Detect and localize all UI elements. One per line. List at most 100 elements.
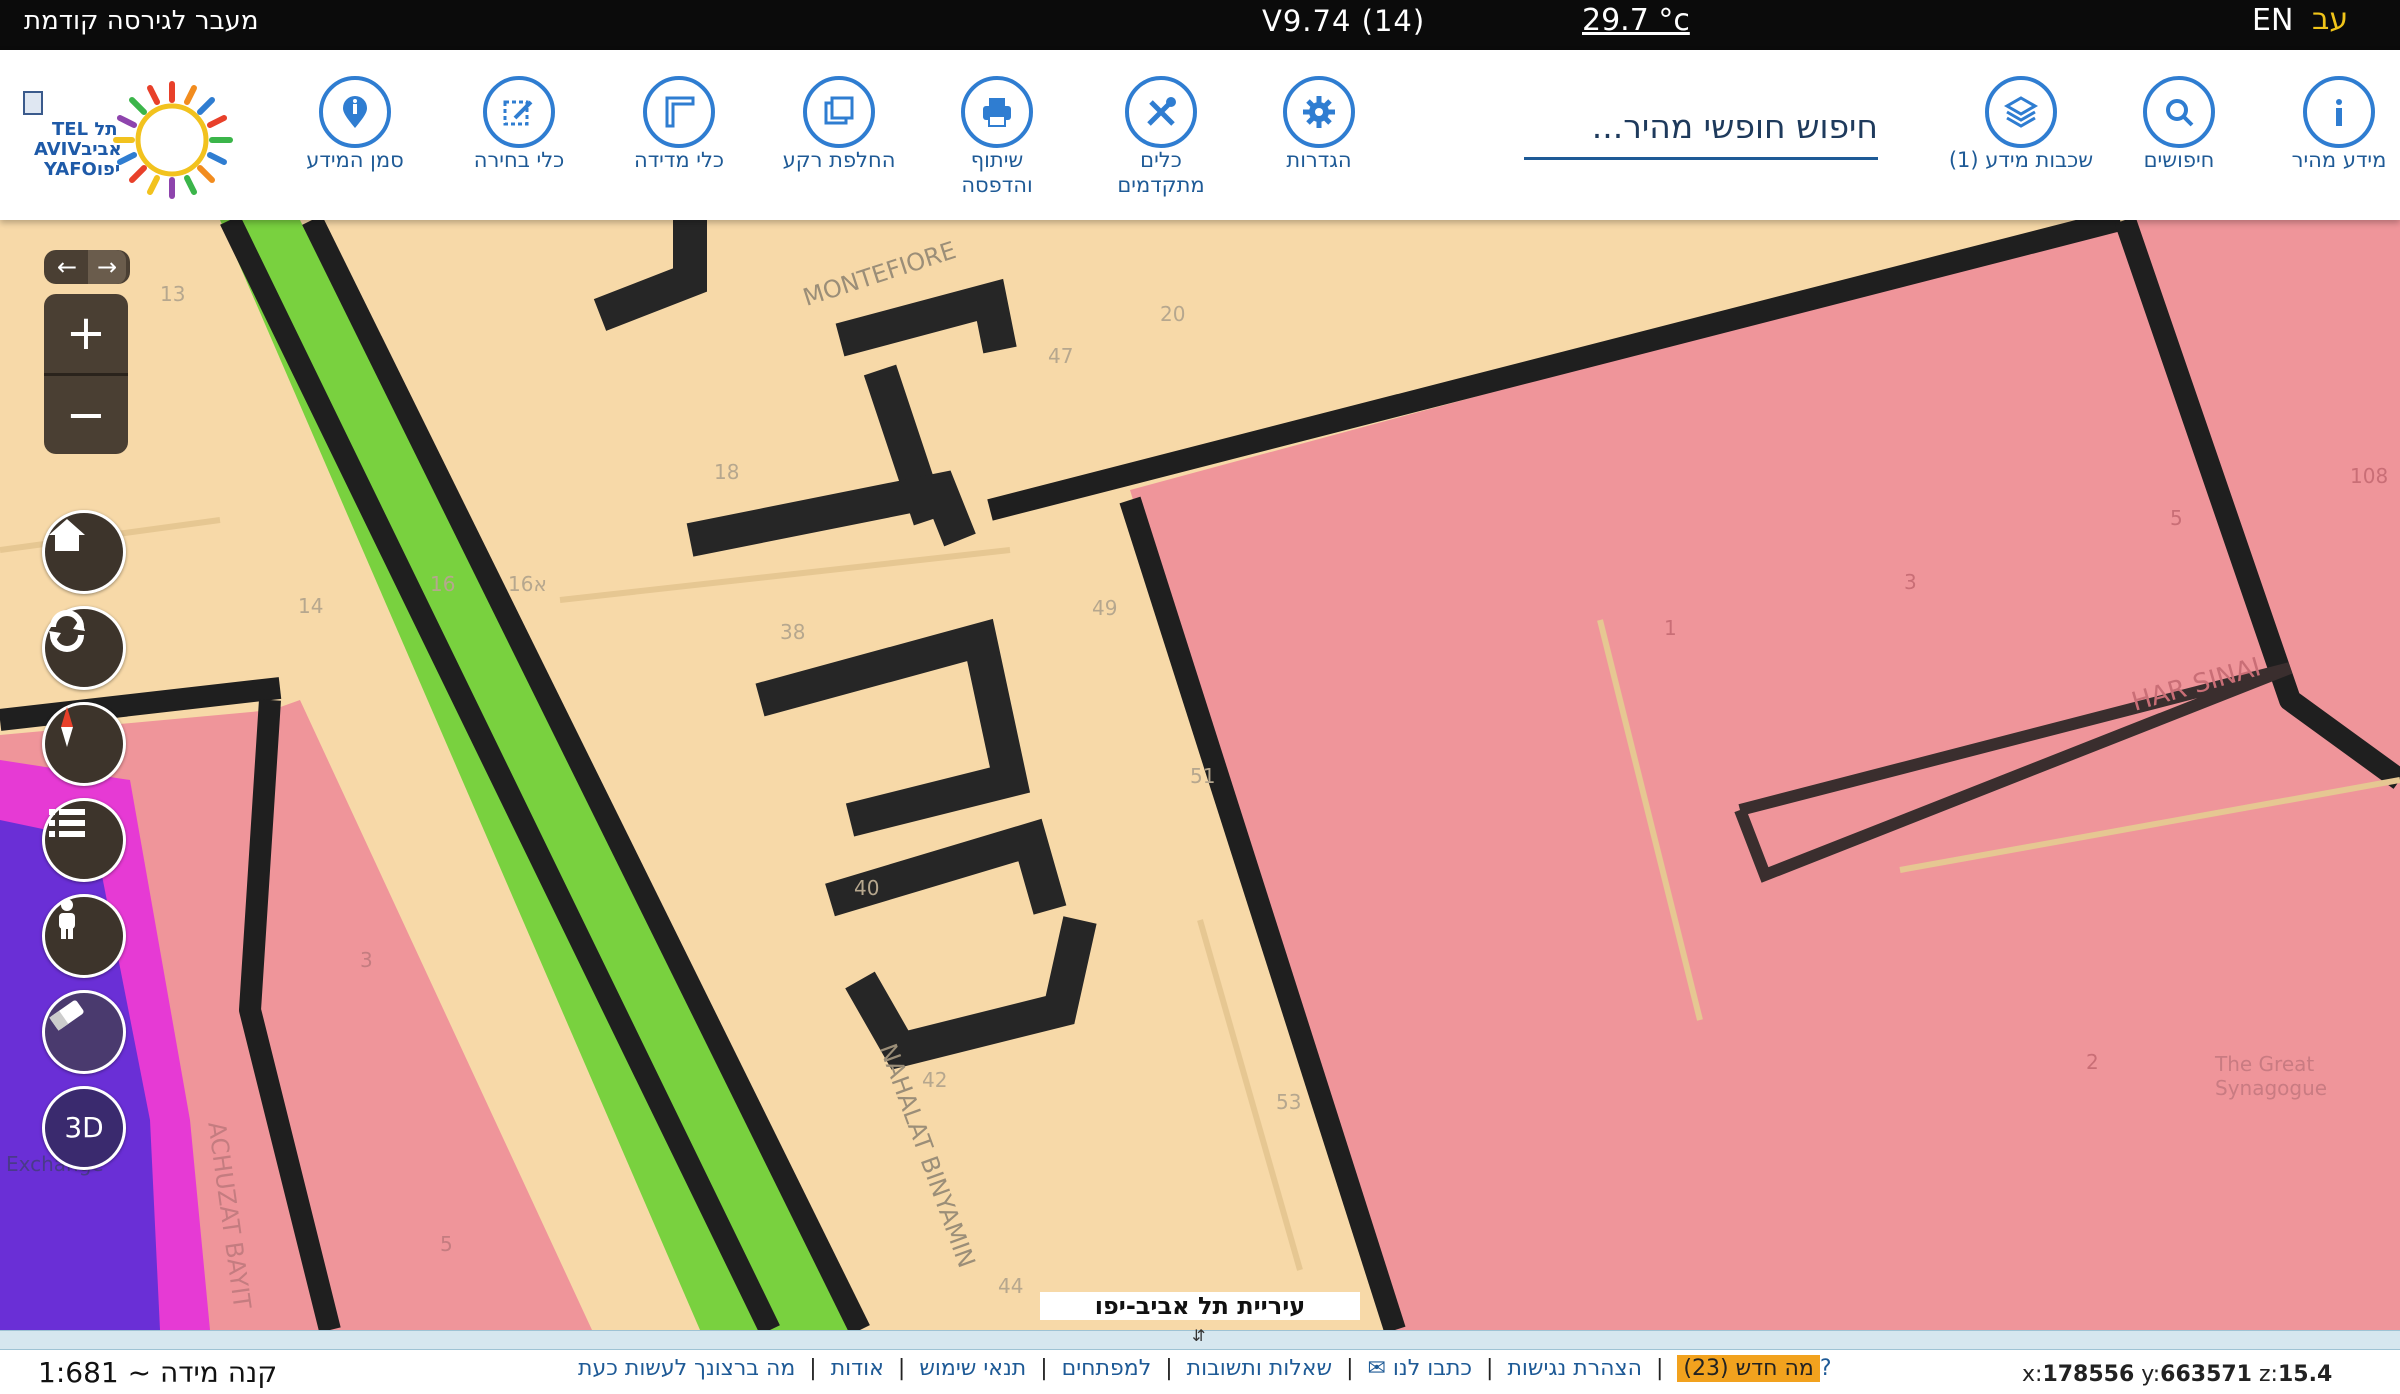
parcel-number: 18	[714, 460, 740, 484]
parcel-number: 1	[1664, 616, 1677, 640]
tool-share-print[interactable]: שיתוף והדפסה	[922, 76, 1072, 198]
faq-link[interactable]: שאלות ותשובות	[1187, 1356, 1332, 1381]
separator: |	[1346, 1356, 1354, 1381]
home-icon	[49, 519, 85, 551]
pan-right-icon[interactable]: →	[88, 250, 126, 284]
street-view-button[interactable]	[42, 894, 126, 978]
accessibility-link[interactable]: הצהרת נגישות	[1507, 1356, 1642, 1381]
tool-label: החלפת רקע	[782, 148, 896, 172]
previous-version-link[interactable]: מעבר לגירסה קודמת	[24, 6, 258, 36]
logo-text-mid: AVIVאביב	[34, 139, 122, 160]
layers-icon	[1985, 76, 2057, 148]
compass-button[interactable]	[42, 702, 126, 786]
parcel-number: 2	[2086, 1050, 2099, 1074]
tool-label: כלים מתקדמים	[1117, 148, 1205, 197]
coord-y-value: 663571	[2160, 1362, 2252, 1387]
eraser-icon	[49, 1000, 84, 1031]
parcel-number: 47	[1048, 344, 1074, 368]
pan-left-icon[interactable]: ←	[48, 250, 86, 284]
tool-quick-info[interactable]: מידע מהיר	[2264, 76, 2400, 173]
language-hebrew-button[interactable]: עב	[2312, 2, 2348, 37]
terms-link[interactable]: תנאי שימוש	[919, 1356, 1026, 1381]
refresh-button[interactable]	[42, 606, 126, 690]
tools-icon	[1125, 76, 1197, 148]
select-icon	[483, 76, 555, 148]
poi-label: The Great Synagogue	[2215, 1052, 2328, 1100]
eraser-button[interactable]	[42, 990, 126, 1074]
city-attribution-label: עיריית תל אביב-יפו	[1040, 1292, 1360, 1320]
quick-search-input[interactable]	[1524, 100, 1878, 160]
info-icon	[2303, 76, 2375, 148]
tool-measure[interactable]: כלי מדידה	[604, 76, 754, 173]
separator: |	[1655, 1356, 1664, 1381]
separator: |	[897, 1356, 906, 1381]
about-link[interactable]: אודות	[831, 1356, 884, 1381]
person-icon	[59, 899, 75, 939]
coord-z-label: z:	[2259, 1362, 2278, 1387]
parcel-number: 42	[922, 1068, 948, 1092]
tool-label: חיפושים	[2143, 148, 2215, 172]
parcel-number: 49	[1092, 596, 1118, 620]
footer-links: מה חדש (23) | הצהרת נגישות | כתבו לנו ✉ …	[578, 1355, 1832, 1382]
logo-text-bottom: YAFOיפו	[44, 159, 121, 180]
expand-collapse-icon: ⇵	[1192, 1326, 1206, 1345]
parcel-number: 14	[298, 594, 324, 618]
list-icon	[49, 809, 85, 837]
parcel-number: 53	[1276, 1090, 1302, 1114]
refresh-icon	[49, 610, 85, 652]
home-button[interactable]	[42, 510, 126, 594]
developers-link[interactable]: למפתחים	[1062, 1356, 1152, 1381]
bottom-panel-toggle[interactable]: ⇵	[0, 1326, 2400, 1350]
tool-label: מידע מהיר	[2291, 148, 2387, 172]
tool-settings[interactable]: הגדרות	[1244, 76, 1394, 173]
map-canvas[interactable]: MONTEFIORE NAHALAT BINYAMIN HAR SINAI AC…	[0, 220, 2400, 1330]
info-marker-icon	[319, 76, 391, 148]
tool-advanced[interactable]: כלים מתקדמים	[1086, 76, 1236, 198]
tool-label: כלי מדידה	[633, 148, 725, 172]
tool-label: סמן המידע	[306, 148, 404, 172]
zoom-divider	[44, 373, 128, 376]
parcel-number: 40	[854, 876, 880, 900]
tool-label: הגדרות	[1286, 148, 1352, 172]
parcel-number: 3	[360, 948, 373, 972]
logo-text-top: TEL תל	[52, 119, 118, 140]
parcel-number: א16	[508, 572, 547, 596]
tool-searches[interactable]: חיפושים	[2104, 76, 2254, 173]
tool-basemap[interactable]: החלפת רקע	[764, 76, 914, 173]
scale-readout: קנה מידה ~ 1:681	[38, 1356, 278, 1389]
parcel-number: 13	[160, 282, 186, 306]
compass-icon	[61, 707, 73, 747]
tool-layers[interactable]: שכבות מידע (1)	[1946, 76, 2096, 173]
coord-x-label: x:	[2022, 1362, 2043, 1387]
separator: |	[1165, 1356, 1173, 1381]
parcel-number: 16	[430, 572, 456, 596]
coord-z-value: 15.4	[2277, 1362, 2333, 1387]
tool-label: שיתוף והדפסה	[961, 148, 1033, 197]
legend-button[interactable]	[42, 798, 126, 882]
main-toolbar: TEL תל AVIVאביב YAFOיפו מידע מהיר חיפושי…	[0, 50, 2400, 220]
3d-view-button[interactable]: 3D	[42, 1086, 126, 1170]
separator: |	[1040, 1356, 1048, 1381]
parcel-number: 51	[1190, 764, 1216, 788]
zoom-out-button[interactable]: −	[44, 376, 128, 454]
tool-select[interactable]: כלי בחירה	[444, 76, 594, 173]
temperature-link[interactable]: 29.7 °c	[1582, 3, 1690, 38]
language-english-button[interactable]: EN	[2252, 3, 2293, 38]
parcel-number: 108	[2350, 464, 2389, 488]
coordinates-readout: x:178556 y:663571 z:15.4	[2022, 1362, 2332, 1387]
basemap-icon	[803, 76, 875, 148]
zoom-in-button[interactable]: +	[44, 294, 128, 372]
separator: |	[809, 1356, 817, 1381]
coord-y-label: y:	[2141, 1362, 2161, 1387]
tool-info-marker[interactable]: סמן המידע	[280, 76, 430, 173]
version-label: V9.74 (14)	[1262, 4, 1426, 38]
whats-new-link[interactable]: מה חדש (23)	[1677, 1355, 1820, 1382]
zoom-control: + −	[44, 294, 128, 454]
status-bar: קנה מידה ~ 1:681 מה חדש (23) | הצהרת נגי…	[0, 1350, 2400, 1394]
parcel-number: 5	[440, 1232, 453, 1256]
search-icon	[2143, 76, 2215, 148]
print-icon	[961, 76, 1033, 148]
top-bar: מעבר לגירסה קודמת V9.74 (14) 29.7 °c EN …	[0, 0, 2400, 50]
contact-link[interactable]: כתבו לנו ✉	[1368, 1356, 1473, 1381]
tool-label: שכבות מידע (1)	[1948, 148, 2094, 172]
